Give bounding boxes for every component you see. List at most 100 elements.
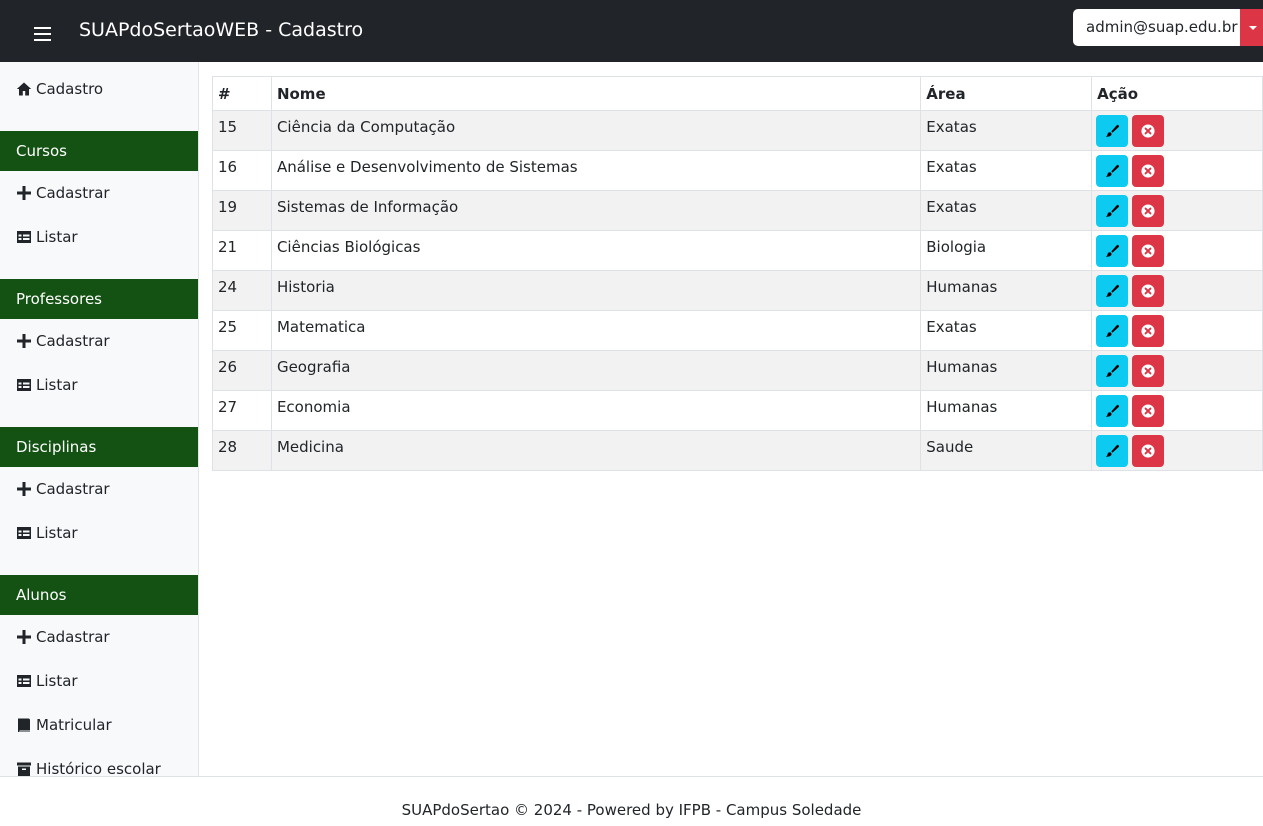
column-header-area: Área (920, 76, 1093, 111)
edit-button[interactable] (1096, 315, 1129, 347)
sidebar-item-label: Listar (36, 376, 78, 394)
cell-nome: Matematica (270, 310, 922, 351)
cell-area: Exatas (920, 110, 1093, 151)
home-icon (16, 82, 32, 96)
cell-id: 15 (212, 110, 272, 151)
table-icon (17, 231, 31, 243)
caret-down-icon[interactable] (1240, 9, 1263, 46)
sidebar-item-alunos-historico[interactable]: Histórico escolar (16, 757, 161, 776)
edit-button[interactable] (1096, 235, 1129, 267)
delete-button[interactable] (1132, 315, 1165, 347)
x-circle-icon (1141, 444, 1155, 458)
section-title-cursos: Cursos (0, 131, 198, 171)
cell-acao (1091, 310, 1263, 351)
x-circle-icon (1141, 244, 1155, 258)
brush-icon (1106, 124, 1120, 137)
section-title-professores: Professores (0, 279, 198, 319)
sidebar-item-label: Cadastro (36, 80, 104, 98)
x-circle-icon (1141, 204, 1155, 218)
delete-button[interactable] (1132, 195, 1165, 227)
top-navbar: SUAPdoSertaoWEB - Cadastro admin@suap.ed… (0, 0, 1263, 62)
cell-id: 28 (212, 430, 272, 471)
cell-nome: Sistemas de Informação (270, 190, 922, 231)
edit-button[interactable] (1096, 155, 1129, 187)
edit-button[interactable] (1096, 435, 1129, 467)
plus-icon (17, 186, 31, 200)
table-icon (17, 527, 31, 539)
sidebar-item-label: Cadastrar (36, 480, 110, 498)
edit-button[interactable] (1096, 195, 1129, 227)
x-circle-icon (1141, 324, 1155, 338)
brush-icon (1106, 444, 1120, 457)
brush-icon (1106, 364, 1120, 377)
delete-button[interactable] (1132, 235, 1165, 267)
cell-nome: Análise e Desenvolvimento de Sistemas (270, 150, 922, 191)
table-row: 24 Historia Humanas (212, 270, 1263, 311)
user-menu-button[interactable]: admin@suap.edu.br (1073, 9, 1240, 46)
hamburger-icon[interactable] (34, 27, 51, 41)
cell-acao (1091, 270, 1263, 311)
cell-nome: Geografia (270, 350, 922, 391)
x-circle-icon (1141, 124, 1155, 138)
cell-id: 25 (212, 310, 272, 351)
cell-acao (1091, 110, 1263, 151)
sidebar-item-disciplinas-cadastrar[interactable]: Cadastrar (16, 477, 110, 501)
sidebar-item-label: Listar (36, 672, 78, 690)
brush-icon (1106, 204, 1120, 217)
x-circle-icon (1141, 284, 1155, 298)
column-header-acao: Ação (1091, 76, 1263, 111)
sidebar-item-label: Cadastrar (36, 332, 110, 350)
edit-button[interactable] (1096, 275, 1129, 307)
cell-nome: Ciências Biológicas (270, 230, 922, 271)
sidebar-item-label: Listar (36, 228, 78, 246)
sidebar-item-cadastro[interactable]: Cadastro (16, 77, 103, 101)
delete-button[interactable] (1132, 355, 1165, 387)
cell-area: Exatas (920, 150, 1093, 191)
x-circle-icon (1141, 164, 1155, 178)
cell-id: 16 (212, 150, 272, 191)
sidebar-item-alunos-cadastrar[interactable]: Cadastrar (16, 625, 110, 649)
brush-icon (1106, 164, 1120, 177)
cell-area: Humanas (920, 390, 1093, 431)
cell-id: 26 (212, 350, 272, 391)
cell-nome: Historia (270, 270, 922, 311)
courses-table: # Nome Área Ação 15 Ciência da Computação… (212, 76, 1263, 471)
cell-acao (1091, 150, 1263, 191)
cell-acao (1091, 390, 1263, 431)
cell-area: Humanas (920, 270, 1093, 311)
plus-icon (17, 334, 31, 348)
sidebar-item-cursos-listar[interactable]: Listar (16, 225, 78, 249)
plus-icon (17, 630, 31, 644)
plus-icon (17, 482, 31, 496)
cell-id: 24 (212, 270, 272, 311)
sidebar-item-label: Matricular (36, 716, 112, 734)
edit-button[interactable] (1096, 395, 1129, 427)
sidebar-item-disciplinas-listar[interactable]: Listar (16, 521, 78, 545)
delete-button[interactable] (1132, 395, 1165, 427)
table-row: 28 Medicina Saude (212, 430, 1263, 471)
cell-acao (1091, 190, 1263, 231)
app-title: SUAPdoSertaoWEB - Cadastro (79, 19, 364, 41)
cell-nome: Ciência da Computação (270, 110, 922, 151)
sidebar-item-professores-cadastrar[interactable]: Cadastrar (16, 329, 110, 353)
sidebar-item-cursos-cadastrar[interactable]: Cadastrar (16, 181, 110, 205)
delete-button[interactable] (1132, 155, 1165, 187)
brush-icon (1106, 284, 1120, 297)
cell-id: 19 (212, 190, 272, 231)
cell-acao (1091, 430, 1263, 471)
table-row: 21 Ciências Biológicas Biologia (212, 230, 1263, 271)
edit-button[interactable] (1096, 115, 1129, 147)
sidebar-item-alunos-matricular[interactable]: Matricular (16, 713, 112, 737)
cell-id: 21 (212, 230, 272, 271)
edit-button[interactable] (1096, 355, 1129, 387)
cell-area: Exatas (920, 310, 1093, 351)
section-title-disciplinas: Disciplinas (0, 427, 198, 467)
sidebar-item-alunos-listar[interactable]: Listar (16, 669, 78, 693)
delete-button[interactable] (1132, 435, 1165, 467)
cell-acao (1091, 230, 1263, 271)
delete-button[interactable] (1132, 115, 1165, 147)
sidebar-item-professores-listar[interactable]: Listar (16, 373, 78, 397)
brush-icon (1106, 244, 1120, 257)
delete-button[interactable] (1132, 275, 1165, 307)
sidebar-item-label: Listar (36, 524, 78, 542)
